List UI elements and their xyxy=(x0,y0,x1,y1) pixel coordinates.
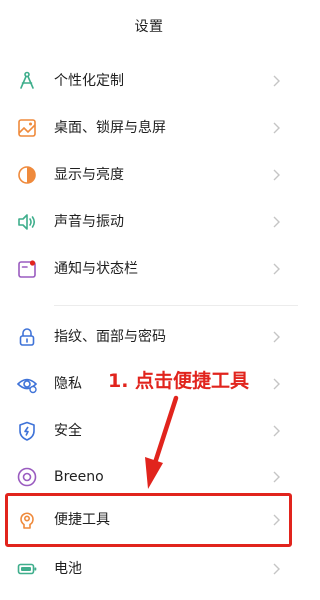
annotation-arrow-icon xyxy=(145,395,179,489)
annotation-text: 1. 点击便捷工具 xyxy=(108,370,250,392)
